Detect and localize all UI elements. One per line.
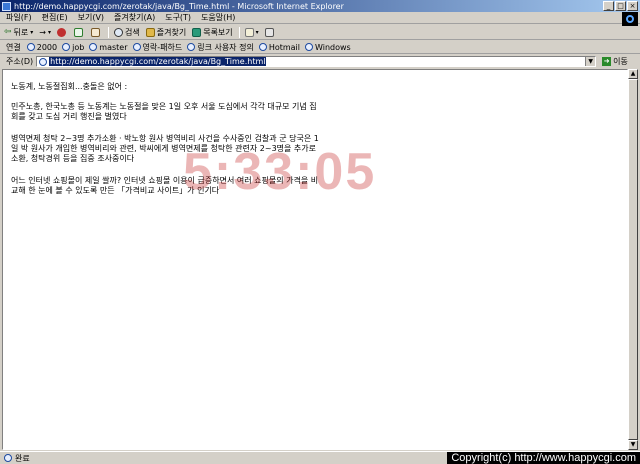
history-button[interactable]: 목록보기 [192, 27, 233, 38]
menu-tools[interactable]: 도구(T) [165, 12, 191, 23]
back-dropdown-icon[interactable]: ▾ [30, 29, 33, 36]
address-dropdown-icon[interactable]: ▼ [585, 57, 596, 66]
address-url[interactable]: http://demo.happycgi.com/zerotak/java/Bg… [49, 57, 267, 66]
search-button[interactable]: 검색 [114, 27, 140, 38]
link-2000[interactable]: 2000 [26, 42, 58, 52]
ie-page-icon [187, 43, 196, 51]
menu-help[interactable]: 도움말(H) [201, 12, 235, 23]
toolbar-separator [108, 26, 110, 38]
menu-bar: 파일(F) 편집(E) 보기(V) 즐겨찾기(A) 도구(T) 도움말(H) [0, 12, 640, 24]
history-label: 목록보기 [203, 27, 233, 37]
ie-page-icon [89, 43, 98, 51]
refresh-icon [74, 27, 84, 37]
favorites-button[interactable]: 즐겨찾기 [145, 27, 187, 38]
vertical-scrollbar[interactable]: ▲ ▼ [628, 69, 638, 450]
page-content: 노동계, 노동절집회...충돌은 없어 : 민주노총, 한국노총 등 노동계는 … [2, 69, 628, 450]
links-bar: 연결 2000 job master 영락-패하드 링크 사용자 정의 Hotm… [0, 41, 640, 54]
minimize-button[interactable]: _ [603, 1, 614, 11]
ie-page-icon [258, 43, 267, 51]
back-label: 뒤로 [13, 27, 29, 37]
link-label: 2000 [36, 42, 58, 52]
link-label: Windows [315, 42, 351, 52]
status-text: 완료 [15, 453, 30, 463]
forward-arrow-icon: → [39, 27, 46, 37]
links-label: 연결 [6, 42, 21, 52]
link-label: job [72, 42, 85, 52]
search-label: 검색 [125, 27, 140, 37]
link-job[interactable]: job [62, 43, 84, 52]
news-headline: 노동계, 노동절집회...충돌은 없어 : [11, 82, 128, 91]
favorites-label: 즐겨찾기 [156, 27, 187, 37]
windows-logo-throbber [622, 12, 638, 26]
menu-edit[interactable]: 편집(E) [42, 12, 68, 23]
standard-toolbar: ⇦ 뒤로 ▾ → ▾ 검색 즐겨찾기 목록보기 ▾ [0, 25, 640, 40]
window-title: http://demo.happycgi.com/zerotak/java/Bg… [14, 1, 344, 11]
link-hotmail[interactable]: Hotmail [258, 42, 300, 52]
link-label: 링크 사용자 정의 [197, 42, 254, 52]
link-label: Hotmail [268, 42, 300, 52]
ie-page-icon [62, 43, 71, 51]
stop-button[interactable] [57, 27, 68, 37]
ie-page-icon [4, 454, 12, 462]
go-button[interactable]: ➜ 이동 [602, 56, 628, 67]
history-icon [192, 27, 202, 37]
mail-icon [244, 27, 254, 37]
go-arrow-icon: ➜ [602, 57, 612, 66]
print-icon [264, 27, 274, 37]
forward-button[interactable]: → ▾ [39, 28, 51, 37]
link-customize-links[interactable]: 링크 사용자 정의 [187, 42, 254, 53]
mail-button[interactable]: ▾ [244, 27, 259, 37]
ie-page-icon [39, 57, 48, 66]
link-master[interactable]: master [89, 42, 128, 52]
forward-dropdown-icon[interactable]: ▾ [48, 29, 51, 36]
go-label: 이동 [613, 57, 628, 66]
copyright-banner: Copyright(c) http://www.happycgi.com [447, 452, 640, 464]
link-yeongrak[interactable]: 영락-패하드 [132, 42, 183, 53]
ie-page-icon [26, 43, 35, 51]
ie-app-icon [2, 1, 11, 11]
address-input[interactable]: http://demo.happycgi.com/zerotak/java/Bg… [36, 56, 597, 67]
home-button[interactable] [91, 27, 102, 37]
status-bar: 완료 Copyright(c) http://www.happycgi.com [0, 451, 640, 464]
back-arrow-icon: ⇦ [4, 26, 12, 37]
home-icon [91, 27, 101, 37]
favorites-icon [145, 27, 155, 37]
menu-view[interactable]: 보기(V) [78, 12, 104, 23]
scroll-down-icon[interactable]: ▼ [628, 440, 638, 450]
link-label: master [99, 42, 128, 52]
link-windows[interactable]: Windows [305, 43, 351, 52]
back-button[interactable]: ⇦ 뒤로 ▾ [4, 27, 33, 38]
stop-icon [57, 27, 67, 37]
toolbar-separator-2 [238, 26, 240, 38]
menu-file[interactable]: 파일(F) [6, 12, 32, 23]
window-controls: _ □ × [603, 1, 638, 11]
background-clock: 5:33:05 [183, 143, 377, 201]
close-button[interactable]: × [627, 1, 638, 11]
menu-favorites[interactable]: 즐겨찾기(A) [114, 12, 155, 23]
search-icon [114, 27, 124, 37]
address-bar: 주소(D) http://demo.happycgi.com/zerotak/j… [0, 55, 640, 68]
mail-dropdown-icon[interactable]: ▾ [256, 29, 259, 36]
refresh-button[interactable] [74, 27, 85, 37]
maximize-button[interactable]: □ [615, 1, 626, 11]
print-button[interactable] [264, 27, 276, 37]
address-label: 주소(D) [6, 57, 34, 66]
windows-logo-icon [626, 15, 634, 23]
scroll-thumb[interactable] [628, 79, 638, 440]
title-bar: http://demo.happycgi.com/zerotak/java/Bg… [0, 0, 640, 12]
news-paragraph-labor: 민주노총, 한국노총 등 노동계는 노동절을 맞은 1일 오후 서울 도심에서 … [11, 102, 317, 121]
ie-page-icon [132, 43, 141, 51]
ie-page-icon [305, 43, 313, 51]
scroll-up-icon[interactable]: ▲ [628, 69, 638, 79]
link-label: 영락-패하드 [142, 42, 183, 52]
